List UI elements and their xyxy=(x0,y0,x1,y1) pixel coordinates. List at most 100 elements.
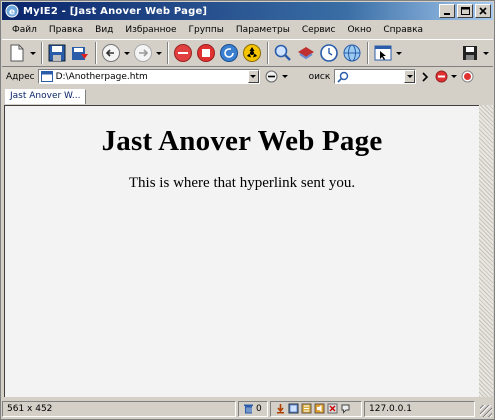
close-button[interactable] xyxy=(475,4,491,18)
cursor-window-icon xyxy=(374,45,392,61)
history-button[interactable] xyxy=(318,42,340,64)
status-text-panel: 561 x 452 xyxy=(2,400,236,417)
trash-icon xyxy=(244,404,253,414)
page-content[interactable]: Jast Anover Web Page This is where that … xyxy=(4,105,479,397)
tab-active-page[interactable]: Jast Anover W... xyxy=(5,89,86,104)
page-body-text: This is where that hyperlink sent you. xyxy=(128,175,356,191)
menu-file[interactable]: Файл xyxy=(6,25,43,35)
block-icon xyxy=(435,70,448,83)
resize-grip[interactable] xyxy=(480,405,492,417)
popup-filter-button[interactable] xyxy=(372,42,394,64)
tab-bar: Jast Anover W... xyxy=(2,87,493,104)
save-as-button[interactable] xyxy=(69,42,91,64)
clock-icon xyxy=(320,44,338,62)
close-all-button[interactable] xyxy=(172,42,194,64)
refresh-icon xyxy=(220,44,238,62)
proxy-icon[interactable] xyxy=(340,403,351,414)
image-toggle-icon[interactable] xyxy=(288,403,299,414)
save-all-dropdown[interactable] xyxy=(482,42,489,64)
page-heading: Jast Anover Web Page xyxy=(101,125,383,157)
stop-icon xyxy=(197,44,215,62)
collector-button[interactable] xyxy=(341,42,363,64)
chevron-right-icon[interactable] xyxy=(421,71,429,82)
close-icon xyxy=(479,7,487,15)
back-button[interactable] xyxy=(100,42,122,64)
back-dropdown[interactable] xyxy=(123,42,130,64)
menu-groups[interactable]: Группы xyxy=(183,25,230,35)
magnifier-icon xyxy=(274,44,291,61)
menu-favorites[interactable]: Избранное xyxy=(119,25,182,35)
trash-count: 0 xyxy=(256,403,262,414)
ip-address: 127.0.0.1 xyxy=(369,403,412,414)
toolbar-separator xyxy=(167,42,169,64)
window-controls xyxy=(437,4,491,18)
menu-options[interactable]: Параметры xyxy=(230,25,296,35)
minimize-button[interactable] xyxy=(439,4,455,18)
maximize-button[interactable] xyxy=(457,4,473,18)
maximize-icon xyxy=(460,7,470,15)
toolbar-separator xyxy=(267,42,269,64)
refresh-button[interactable] xyxy=(218,42,240,64)
block-dropdown[interactable] xyxy=(450,69,457,84)
page-icon xyxy=(40,71,53,82)
save-page-icon xyxy=(72,47,88,60)
address-value: D:\Anotherpage.htm xyxy=(55,71,148,82)
forward-dropdown[interactable] xyxy=(155,42,162,64)
status-icons-panel xyxy=(270,400,362,417)
go-icon xyxy=(265,70,278,83)
hazard-button[interactable] xyxy=(241,42,263,64)
menu-tools[interactable]: Сервис xyxy=(296,25,342,35)
forward-button[interactable] xyxy=(132,42,154,64)
close-all-icon xyxy=(174,44,192,62)
search-button[interactable] xyxy=(272,42,294,64)
go-dropdown[interactable] xyxy=(282,69,289,84)
search-icon xyxy=(337,71,349,83)
status-bar: 561 x 452 0 127.0.0.1 xyxy=(2,399,493,418)
toolbar-separator xyxy=(41,42,43,64)
app-icon: e xyxy=(5,4,19,18)
download-icon[interactable] xyxy=(275,403,286,414)
toolbar-separator xyxy=(95,42,97,64)
sound-toggle-icon[interactable] xyxy=(314,403,325,414)
menu-edit[interactable]: Правка xyxy=(43,25,89,35)
window-title: MyIE2 - [Jast Anover Web Page] xyxy=(23,5,208,17)
popup-filter-dropdown[interactable] xyxy=(395,42,402,64)
forward-arrow-icon xyxy=(134,44,152,62)
menu-help[interactable]: Справка xyxy=(377,25,429,35)
search-dropdown-button[interactable] xyxy=(404,70,416,83)
menu-view[interactable]: Вид xyxy=(89,25,119,35)
block-button[interactable] xyxy=(433,69,449,84)
save-all-button[interactable] xyxy=(459,42,481,64)
save-button[interactable] xyxy=(46,42,68,64)
menu-bar: Файл Правка Вид Избранное Группы Парамет… xyxy=(2,21,493,38)
go-button[interactable] xyxy=(263,69,281,84)
new-page-icon xyxy=(10,44,24,62)
search-input[interactable] xyxy=(334,69,417,84)
ip-panel: 127.0.0.1 xyxy=(364,400,475,417)
trash-panel[interactable]: 0 xyxy=(238,400,268,417)
title-bar[interactable]: e MyIE2 - [Jast Anover Web Page] xyxy=(2,2,493,20)
favorites-button[interactable] xyxy=(295,42,317,64)
globe-icon xyxy=(343,44,361,62)
menu-window[interactable]: Окно xyxy=(341,25,377,35)
record-icon xyxy=(461,70,474,83)
svg-text:e: e xyxy=(9,8,15,18)
vertical-scrollbar[interactable] xyxy=(479,105,493,397)
address-bar: Адрес D:\Anotherpage.htm оиск xyxy=(2,68,493,85)
stop-button[interactable] xyxy=(195,42,217,64)
search-label: оиск xyxy=(308,71,331,82)
main-toolbar xyxy=(2,39,493,67)
page-size-text: 561 x 452 xyxy=(7,403,53,414)
address-input[interactable]: D:\Anotherpage.htm xyxy=(37,69,260,84)
activex-toggle-icon[interactable] xyxy=(327,403,338,414)
address-label: Адрес xyxy=(6,71,35,82)
toolbar-separator xyxy=(367,42,369,64)
new-page-dropdown[interactable] xyxy=(29,42,36,64)
video-toggle-icon[interactable] xyxy=(301,403,312,414)
browser-window: e MyIE2 - [Jast Anover Web Page] Файл Пр… xyxy=(0,0,495,420)
back-arrow-icon xyxy=(102,44,120,62)
new-page-button[interactable] xyxy=(6,42,28,64)
save-icon xyxy=(48,44,66,62)
address-dropdown-button[interactable] xyxy=(247,70,259,83)
record-button[interactable] xyxy=(459,69,475,84)
